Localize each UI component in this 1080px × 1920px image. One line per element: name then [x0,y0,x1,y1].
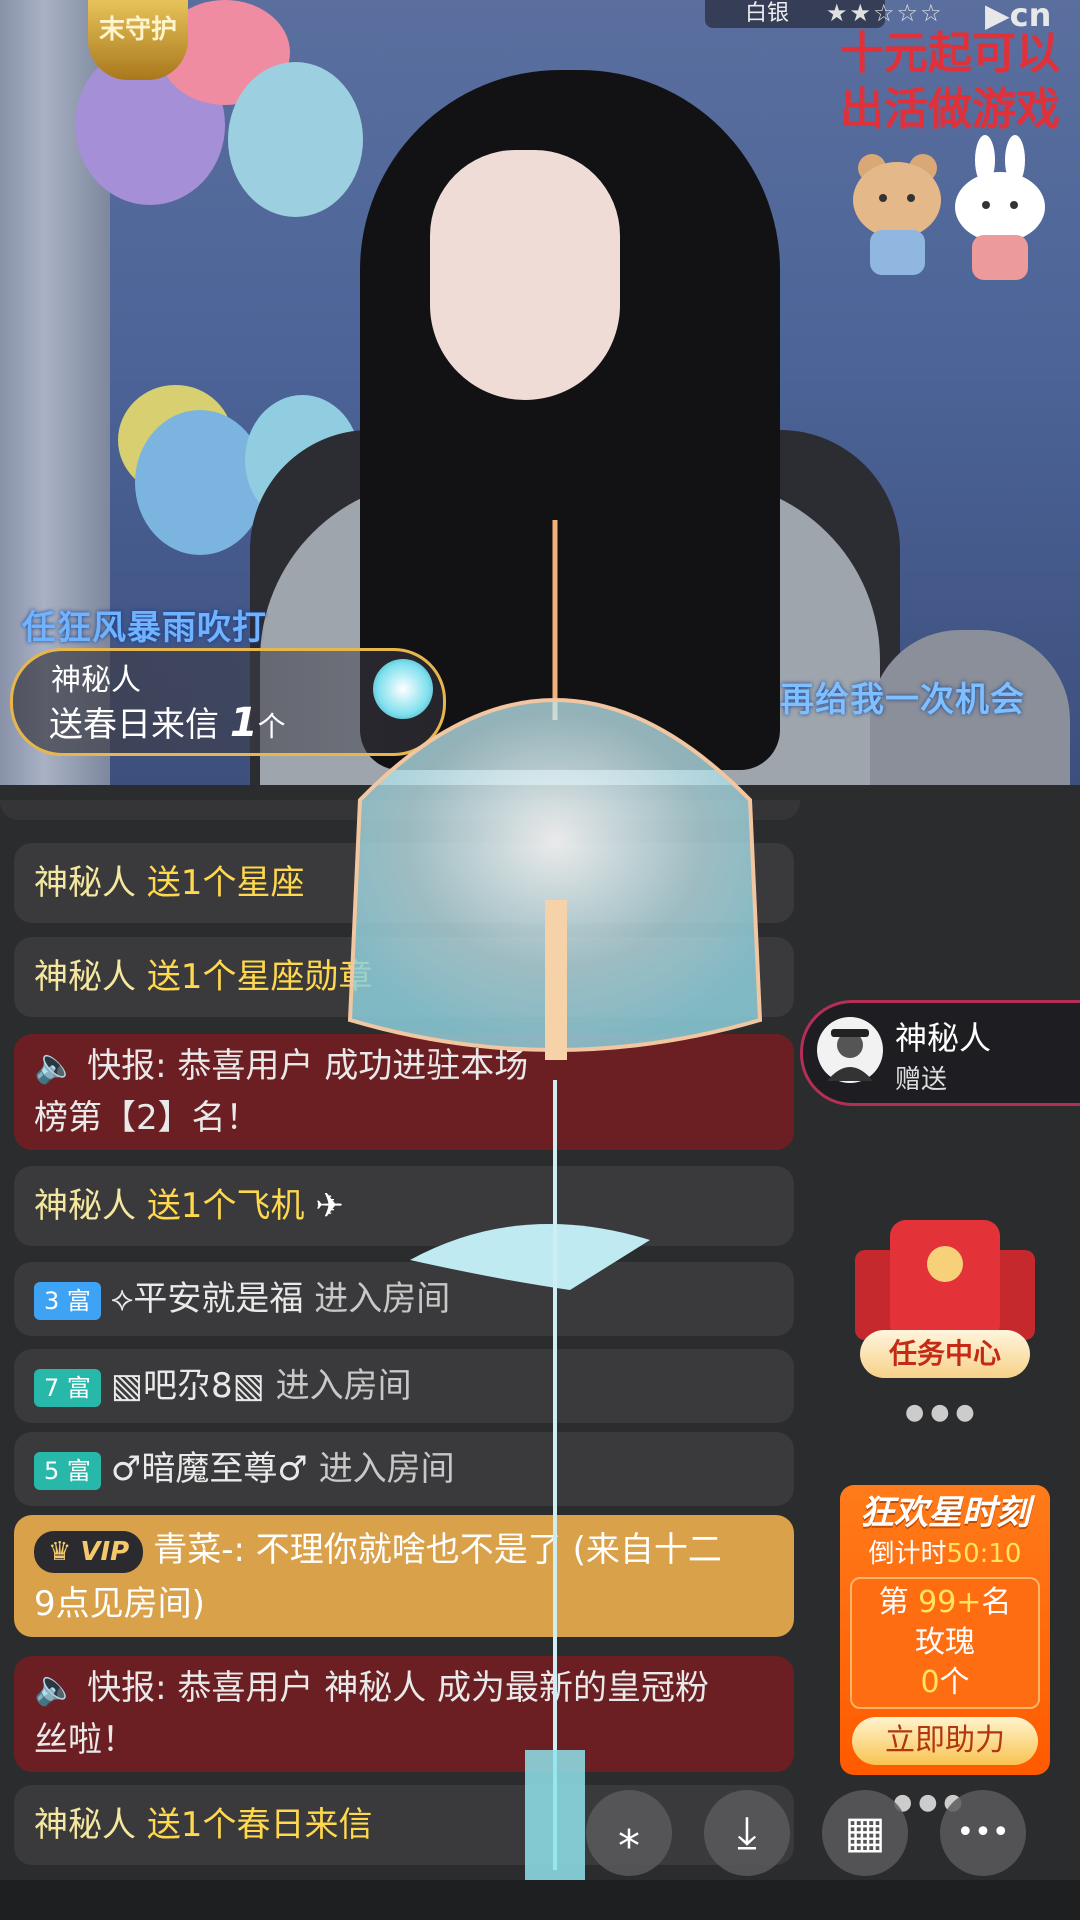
gift-banner-user: 神秘人 [51,663,141,698]
countdown-label: 倒计时 [868,1539,947,1569]
chat-user[interactable]: ⟡平安就是福 [111,1279,303,1319]
vip-message-line-2: 9点见房间) [34,1584,205,1624]
chat-text: 进入房间 [275,1366,412,1406]
lyric-left: 任狂风暴雨吹打 [22,608,267,648]
avatar[interactable] [817,1017,883,1083]
rank-stars: ★★☆☆☆ [826,0,944,27]
chat-user[interactable]: ▧吧尕8▧ [111,1366,265,1406]
chat-user[interactable]: 神秘人 [34,1186,136,1226]
chat-enter-message[interactable]: 7 富 ▧吧尕8▧ 进入房间 [14,1349,794,1423]
vip-message[interactable]: ♛ VIP 青菜-: 不理你就啥也不是了 (来自十二 9点见房间) [14,1515,794,1637]
bear-sticker [853,154,941,275]
megaphone-icon: 🔈 [34,1668,77,1708]
chat-text: 进入房间 [318,1449,455,1489]
vip-badge-label: VIP [80,1536,130,1567]
task-center-label: 任务中心 [860,1330,1030,1378]
gift-notice-user: 神秘人 [895,1019,992,1057]
sparkle-icon: ⁎ [618,1807,640,1858]
crown-icon: ♛ [48,1536,72,1567]
event-stats: 第 99+名 玫瑰 0个 [850,1577,1040,1709]
support-now-button[interactable]: 立即助力 [852,1717,1038,1765]
task-center-button[interactable]: 任务中心 [855,1220,1035,1385]
streamer-face [430,150,620,400]
chat-message[interactable]: 神秘人 送1个飞机 ✈ [14,1166,794,1246]
chat-fade [0,800,800,820]
grid-icon: ▦ [844,1807,886,1858]
announcement-line-1: 快报: 恭喜用户 神秘人 成为最新的皇冠粉 [87,1668,710,1708]
chat-user[interactable]: 神秘人 [34,863,136,903]
red-envelope-icon [890,1220,1000,1340]
wealth-level-badge: 7 富 [34,1368,101,1407]
chat-user[interactable]: 神秘人 [34,1805,136,1845]
announcement-message[interactable]: 🔈 快报: 恭喜用户 神秘人 成为最新的皇冠粉 丝啦！ [14,1656,794,1772]
gift-banner-gift: 春日来信 [83,705,219,745]
megaphone-icon: 🔈 [34,1046,77,1086]
chat-enter-message[interactable]: 3 富 ⟡平安就是福 进入房间 [14,1262,794,1336]
mystery-user-icon [827,1029,873,1081]
airplane-icon: ✈ [315,1186,344,1226]
event-unit: 个 [939,1665,970,1700]
promo-line-1: 十元起可以 [840,28,1060,79]
download-button[interactable]: ⤓ [704,1790,790,1876]
announcement-line-1: 快报: 恭喜用户 [87,1046,314,1086]
gift-icon [373,659,433,719]
lyric-right: 再给我一次机会 [780,680,1025,720]
chat-message[interactable]: 神秘人 送1个星座 [14,843,794,923]
vip-badge: ♛ VIP [34,1530,144,1573]
announcement-message[interactable]: 🔈 快报: 恭喜用户 成功进驻本场 榜第【2】名！ [14,1034,794,1150]
chat-text: 送1个飞机 [146,1186,305,1226]
chat-text: 进入房间 [314,1279,451,1319]
balloon [228,62,363,217]
chat-text: 送1个星座勋章 [146,957,373,997]
chat-user[interactable]: ♂暗魔至尊♂ [111,1449,308,1489]
gift-banner-unit: 个 [257,710,286,743]
rank-value: 99+ [918,1585,982,1620]
chat-message[interactable]: 神秘人 送1个春日来信 [14,1785,794,1865]
download-icon: ⤓ [737,1807,757,1858]
event-title: 狂欢星时刻 [860,1493,1030,1533]
event-panel[interactable]: 狂欢星时刻 倒计时50:10 第 99+名 玫瑰 0个 立即助力 [840,1485,1050,1775]
gift-notice-action: 赠送 [895,1065,948,1095]
chat-text: 送1个星座 [146,863,305,903]
countdown-value: 50:10 [946,1539,1022,1569]
announcement-line-2: 榜第【2】名！ [34,1098,260,1138]
more-button[interactable]: ••• [940,1790,1026,1876]
announcement-line-2: 丝啦！ [34,1720,136,1760]
effects-button[interactable]: ⁎ [586,1790,672,1876]
gift-banner-count: 1 [229,700,258,746]
guard-badge[interactable]: 末守护 [88,0,188,80]
more-icon: ••• [956,1815,1010,1850]
promo-text: 十元起可以 出活做游戏 [830,26,1070,138]
chat-enter-message[interactable]: 5 富 ♂暗魔至尊♂ 进入房间 [14,1432,794,1506]
rank-suffix: 名 [981,1585,1012,1620]
event-amount: 0 [920,1665,940,1700]
grid-menu-button[interactable]: ▦ [822,1790,908,1876]
gift-notice[interactable]: 神秘人 赠送 [800,1000,1080,1106]
announcement-line-1b: 成功进驻本场 [324,1046,529,1086]
carousel-dots: ●●● [905,1400,981,1425]
promo-line-2: 出活做游戏 [840,84,1060,135]
gift-banner-text: 送春日来信 1个 [49,697,286,746]
bottom-bar [0,1880,1080,1920]
event-item: 玫瑰 [915,1625,975,1660]
chat-text: 送1个春日来信 [146,1805,373,1845]
chat-message[interactable]: 神秘人 送1个星座勋章 [14,937,794,1017]
wealth-level-badge: 5 富 [34,1451,101,1490]
rabbit-sticker [955,135,1045,280]
balloon [135,410,265,555]
gift-banner-prefix: 送 [49,705,83,745]
gift-banner[interactable]: 神秘人 送春日来信 1个 [10,648,446,756]
vip-message-line-1: 青菜-: 不理你就啥也不是了 (来自十二 [153,1530,722,1570]
chat-user[interactable]: 神秘人 [34,957,136,997]
wealth-level-badge: 3 富 [34,1281,101,1320]
rank-prefix: 第 [878,1585,909,1620]
event-countdown: 倒计时50:10 [850,1533,1040,1570]
live-video[interactable]: 末守护 白银 ★★☆☆☆ ▶cn 十元起可以 出活做游戏 任狂风暴雨吹打 再给我… [0,0,1080,785]
